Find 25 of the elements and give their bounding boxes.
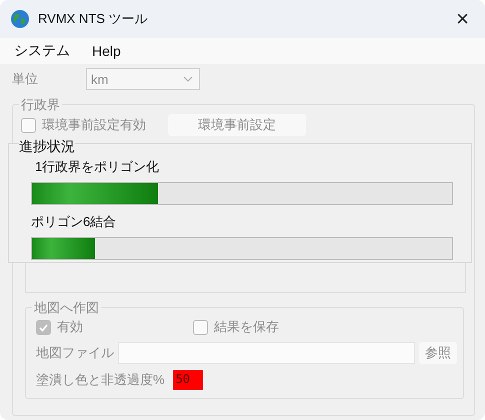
checkbox[interactable] [21,118,36,132]
checkbox-label: 結果を保存 [214,318,279,336]
group-title: 行政界 [19,96,62,114]
menu-item[interactable]: システム [14,42,70,60]
checkbox[interactable] [193,320,208,334]
unit-dropdown[interactable]: km [86,68,200,90]
menu-item[interactable]: Help [92,43,121,59]
group-title: 地図へ作図 [32,299,101,317]
unit-label: 単位 [12,70,39,88]
chevron-icon [183,76,193,82]
settings-button[interactable]: 環境事前設定 [168,114,306,136]
window-title: RVMX NTS ツール [38,10,149,28]
globe-icon [10,9,30,29]
opacity-label: 塗潰し色と非透過度% [36,371,165,389]
checkbox-label: 環境事前設定有効 [42,116,146,134]
color-field[interactable]: 50 [172,370,203,390]
close-button[interactable]: × [450,6,475,32]
panel-title: 進捗状況 [19,138,75,154]
checkbox[interactable] [36,320,51,334]
file-label: 地図ファイル [36,344,114,362]
task-label: 1行政界をポリゴン化 [35,158,160,176]
task-label: ポリゴン6結合 [31,213,118,231]
checkbox-label: 有効 [57,318,84,336]
check-icon [38,322,49,332]
browse-button[interactable]: 参照 [419,342,457,364]
